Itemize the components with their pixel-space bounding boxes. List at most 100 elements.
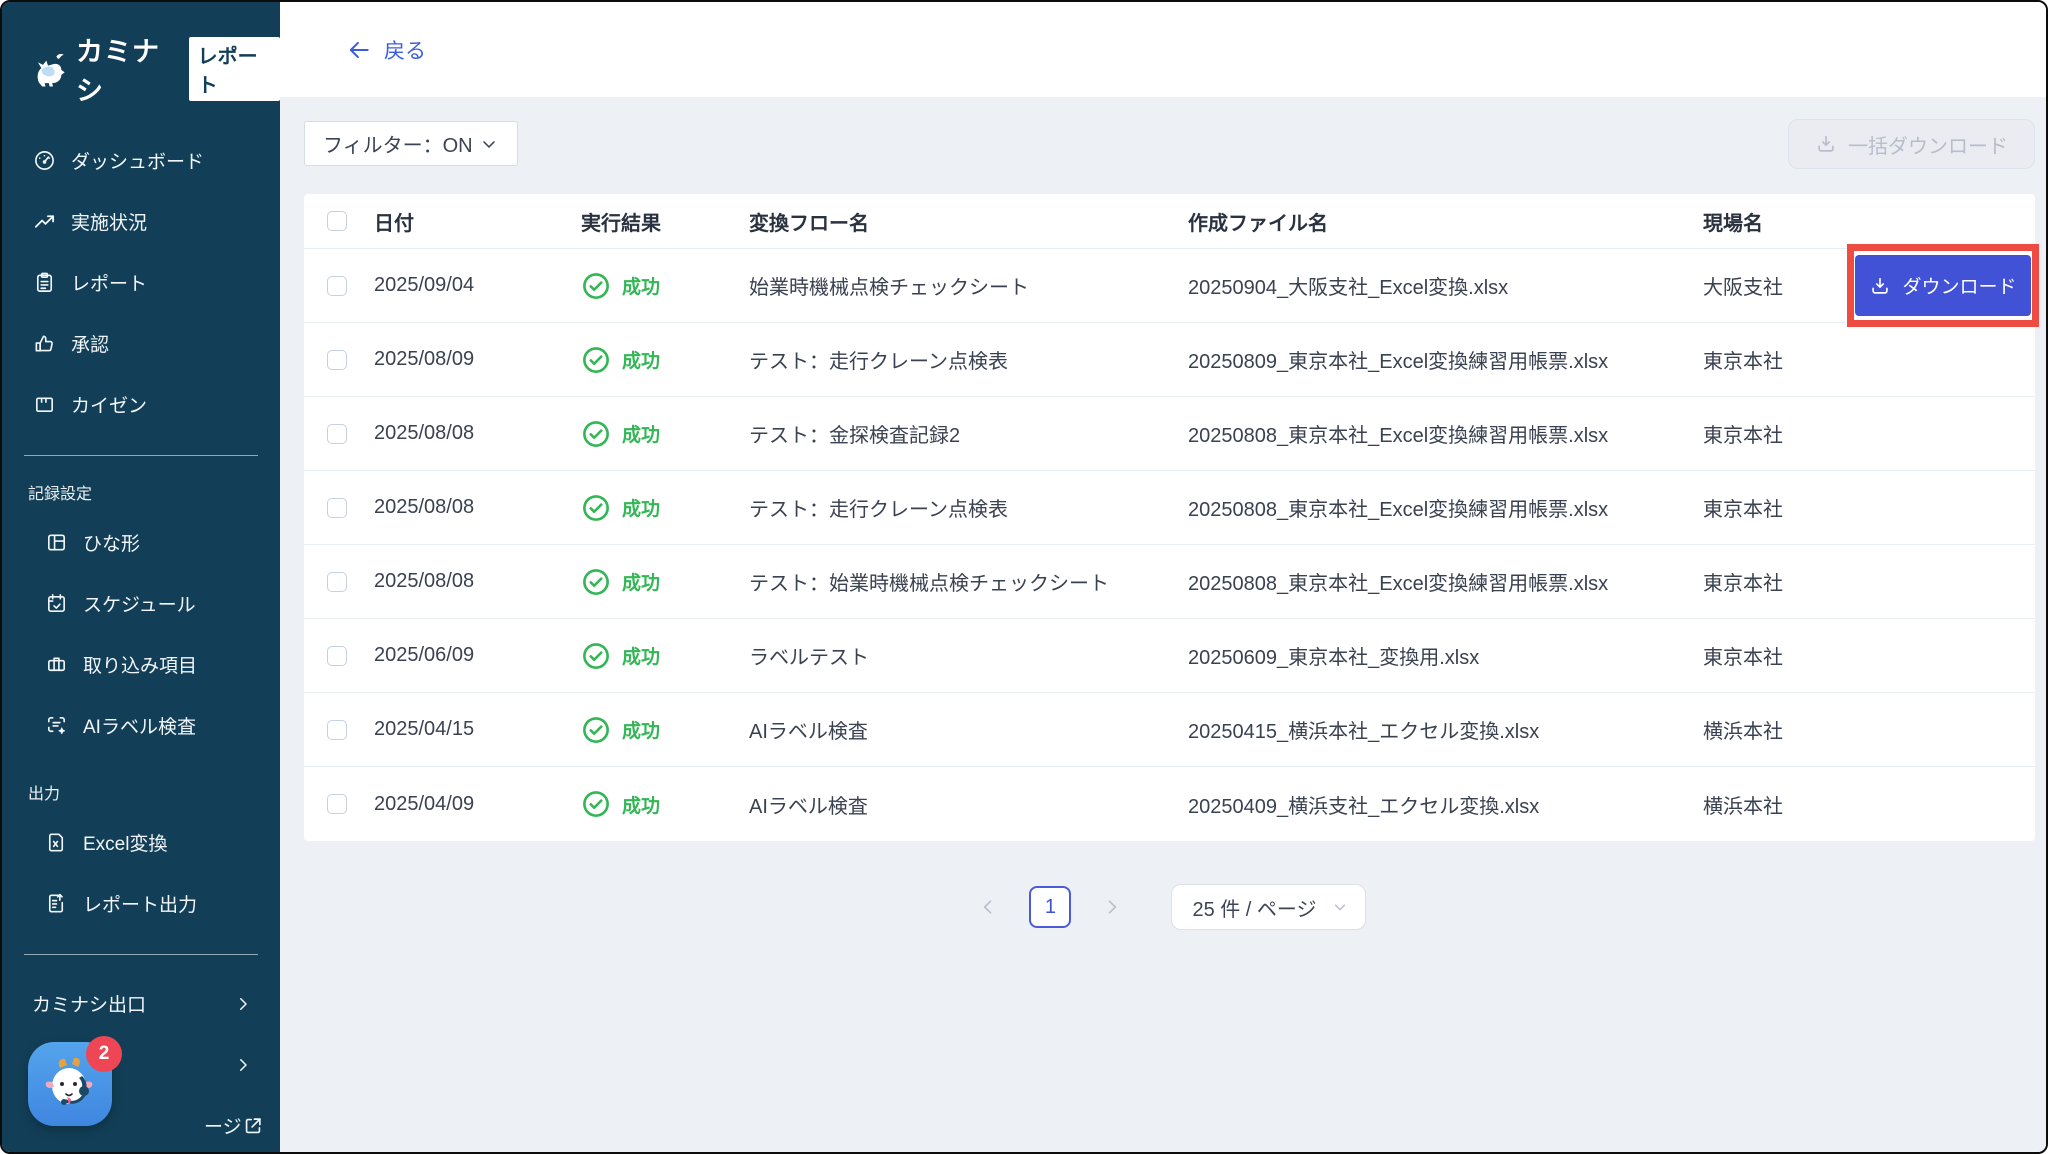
download-button-label: ダウンロード [1902, 272, 2016, 299]
chat-widget[interactable]: 2 [28, 1042, 112, 1126]
cell-site: 横浜本社 [1703, 715, 1847, 744]
cell-date: 2025/08/09 [374, 348, 581, 371]
filter-button-label: フィルター：ON [323, 129, 473, 158]
sidebar-item-label: ージ [204, 1112, 242, 1139]
brand-badge: レポート [189, 37, 280, 101]
topbar: 戻る [280, 2, 2048, 97]
dashboard-icon [32, 149, 56, 173]
column-header-result: 実行結果 [581, 207, 749, 236]
sidebar-item-dashboard[interactable]: ダッシュボード [2, 130, 280, 191]
sidebar-item-label: 実施状況 [71, 208, 147, 235]
sidebar-item-kaminashi-exit[interactable]: カミナシ出口 [2, 973, 280, 1034]
pagination: 1 25 件 / ページ [304, 884, 2035, 930]
ai-scan-icon [44, 714, 68, 738]
success-check-icon [581, 567, 611, 597]
cell-status: 成功 [581, 641, 749, 671]
status-label: 成功 [622, 346, 660, 373]
row-checkbox[interactable] [327, 424, 347, 444]
cell-flow: テスト：走行クレーン点検表 [749, 345, 1188, 374]
section-label-records: 記録設定 [2, 456, 280, 512]
cell-site: 東京本社 [1703, 567, 1847, 596]
highlight-annotation: ダウンロード [1847, 244, 2039, 327]
sidebar-item-template[interactable]: ひな形 [2, 512, 280, 573]
status-label: 成功 [622, 791, 660, 818]
sidebar-item-ai-label[interactable]: AIラベル検査 [2, 695, 280, 756]
select-all-checkbox[interactable] [327, 211, 347, 231]
cell-file: 20250415_横浜本社_エクセル変換.xlsx [1188, 715, 1703, 744]
sidebar-item-label: ひな形 [83, 529, 140, 556]
status-label: 成功 [622, 716, 660, 743]
cell-file: 20250808_東京本社_Excel変換練習用帳票.xlsx [1188, 493, 1703, 522]
thumbs-up-icon [32, 332, 56, 356]
download-icon [1869, 275, 1891, 297]
back-label: 戻る [384, 35, 426, 65]
chevron-right-icon [234, 1056, 252, 1074]
sidebar-item-kaizen[interactable]: カイゼン [2, 374, 280, 435]
cell-date: 2025/08/08 [374, 496, 581, 519]
cell-flow: テスト：始業時機械点検チェックシート [749, 567, 1188, 596]
next-page-button[interactable] [1097, 892, 1127, 922]
back-link[interactable]: 戻る [346, 35, 426, 65]
cell-status: 成功 [581, 271, 749, 301]
cell-date: 2025/06/09 [374, 644, 581, 667]
row-checkbox[interactable] [327, 794, 347, 814]
table-row: 2025/09/04 成功 始業時機械点検チェックシート 20250904_大阪… [304, 249, 2035, 323]
cell-status: 成功 [581, 345, 749, 375]
success-check-icon [581, 715, 611, 745]
row-checkbox[interactable] [327, 350, 347, 370]
status-label: 成功 [622, 642, 660, 669]
cell-date: 2025/09/04 [374, 274, 581, 297]
sidebar-item-label: 承認 [71, 330, 109, 357]
cell-file: 20250609_東京本社_変換用.xlsx [1188, 641, 1703, 670]
cell-site: 横浜本社 [1703, 790, 1847, 819]
sidebar-item-report[interactable]: レポート [2, 252, 280, 313]
sidebar-item-report-export[interactable]: レポート出力 [2, 873, 280, 934]
report-export-icon [44, 892, 68, 916]
row-checkbox[interactable] [327, 646, 347, 666]
cell-file: 20250409_横浜支社_エクセル変換.xlsx [1188, 790, 1703, 819]
row-checkbox[interactable] [327, 572, 347, 592]
clipboard-icon [32, 271, 56, 295]
cell-status: 成功 [581, 567, 749, 597]
filter-button[interactable]: フィルター：ON [304, 121, 518, 166]
column-header-file: 作成ファイル名 [1188, 207, 1703, 236]
cell-date: 2025/08/08 [374, 570, 581, 593]
sidebar-item-status[interactable]: 実施状況 [2, 191, 280, 252]
row-checkbox[interactable] [327, 720, 347, 740]
success-check-icon [581, 493, 611, 523]
trending-up-icon [32, 210, 56, 234]
cell-action: ダウンロード [1847, 253, 2035, 318]
section-label-output: 出力 [2, 756, 280, 812]
results-table: 日付 実行結果 変換フロー名 作成ファイル名 現場名 2025/09/04 成功… [304, 194, 2035, 841]
cell-flow: テスト：金探検査記録2 [749, 419, 1188, 448]
sidebar-item-import-fields[interactable]: 取り込み項目 [2, 634, 280, 695]
sidebar-item-label: ダッシュボード [71, 147, 204, 174]
sidebar-item-schedule[interactable]: スケジュール [2, 573, 280, 634]
row-checkbox[interactable] [327, 276, 347, 296]
sidebar-item-approval[interactable]: 承認 [2, 313, 280, 374]
cell-date: 2025/08/08 [374, 422, 581, 445]
app-logo[interactable]: カミナシ レポート [2, 30, 280, 108]
sidebar-item-excel-convert[interactable]: Excel変換 [2, 812, 280, 873]
page-number-button[interactable]: 1 [1029, 886, 1071, 928]
bulk-download-button[interactable]: 一括ダウンロード [1788, 119, 2035, 169]
cell-file: 20250808_東京本社_Excel変換練習用帳票.xlsx [1188, 419, 1703, 448]
row-checkbox[interactable] [327, 498, 347, 518]
chat-notification-badge: 2 [86, 1036, 122, 1072]
status-label: 成功 [622, 568, 660, 595]
brand-name: カミナシ [76, 30, 179, 108]
page-size-value: 25 件 / ページ [1192, 893, 1316, 922]
cell-flow: ラベルテスト [749, 641, 1188, 670]
download-button[interactable]: ダウンロード [1855, 255, 2031, 316]
cell-site: 大阪支社 [1703, 271, 1847, 300]
prev-page-button[interactable] [973, 892, 1003, 922]
sidebar-item-label: レポート出力 [83, 890, 197, 917]
page-size-select[interactable]: 25 件 / ページ [1171, 884, 1365, 930]
template-icon [44, 531, 68, 555]
cell-flow: AIラベル検査 [749, 715, 1188, 744]
external-link-icon [242, 1115, 264, 1137]
sidebar-divider [24, 954, 258, 955]
bulk-download-label: 一括ダウンロード [1848, 130, 2008, 159]
cell-status: 成功 [581, 715, 749, 745]
main-area: 戻る フィルター：ON 一括ダウンロード [280, 2, 2048, 1152]
